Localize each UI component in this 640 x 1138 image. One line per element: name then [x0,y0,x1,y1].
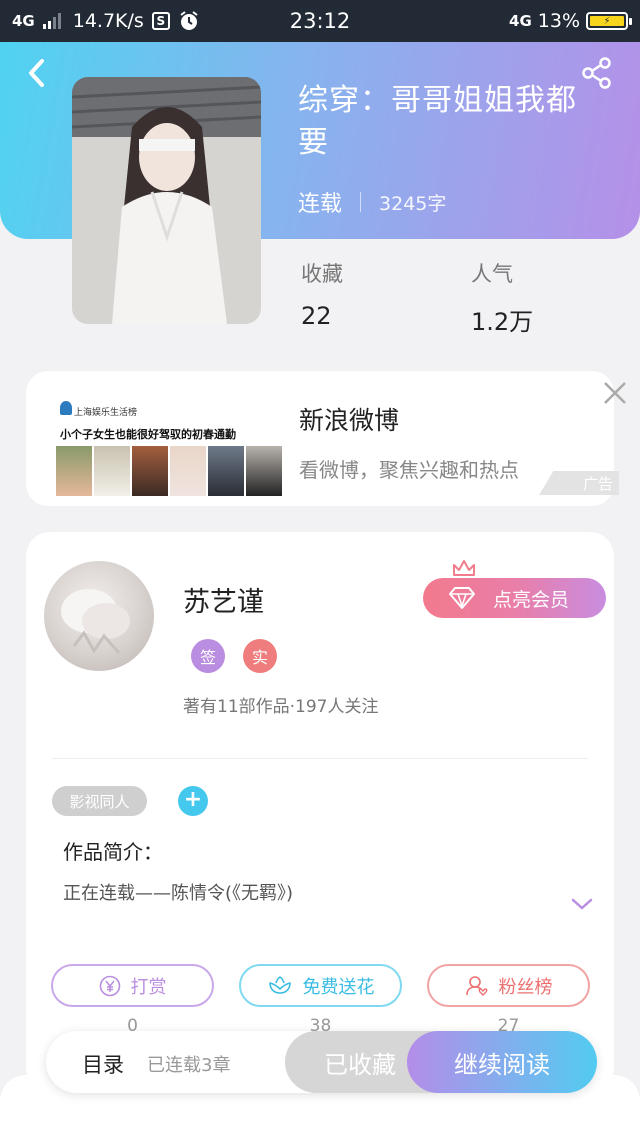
stat-value: 1.2万 [471,308,534,336]
s-app-icon: S [151,12,170,30]
ad-description: 看微博，聚焦兴趣和热点 [299,458,519,482]
ad-photo-strip [56,446,282,496]
vip-button[interactable]: 点亮会员 [423,578,606,618]
ad-title: 新浪微博 [299,406,400,435]
author-card: 苏艺谨 签 实 点亮会员 著有11部作品·197人关注 影视同人 + 作品简介：… [26,532,614,1092]
bottom-action-bar: 目录 已连载3章 已收藏 继续阅读 [46,1031,597,1093]
toc-button[interactable]: 目录 [82,1049,124,1079]
ad-brand-logo [60,401,72,415]
verified-badge: 实 [243,639,277,673]
continue-reading-button[interactable]: 继续阅读 [407,1031,597,1093]
back-icon[interactable] [22,55,52,91]
battery-icon: ⚡ [586,12,632,30]
fans-ranking-button[interactable]: 粉丝榜 [427,964,590,1007]
network-type: 4G [12,12,35,30]
vip-label: 点亮会员 [493,588,570,611]
stat-label: 收藏 [301,262,343,286]
close-icon[interactable] [600,378,630,408]
book-cover[interactable] [72,77,261,324]
author-stats: 著有11部作品·197人关注 [183,697,379,717]
intro-label: 作品简介： [63,840,163,864]
book-meta: 连载 3245字 [298,186,446,218]
yuan-icon [99,975,120,996]
author-name[interactable]: 苏艺谨 [183,580,264,619]
intro-text: 正在连载——陈情令(《无羁》) [63,883,294,904]
diamond-icon [449,587,475,609]
word-count: 3245字 [379,192,447,215]
send-flower-label: 免费送花 [302,976,375,998]
battery-percent: 13% [537,10,580,32]
chapter-count: 已连载3章 [147,1055,231,1076]
book-status: 连载 [298,192,343,217]
stat-value: 22 [301,302,332,330]
stat-label: 人气 [471,262,513,286]
chevron-down-icon[interactable] [570,895,594,913]
ad-thumb-brand: 上海娱乐生活榜 [74,408,138,418]
book-title: 综穿：哥哥姐姐我都要 [298,83,577,160]
network-type-right: 4G [509,12,532,30]
reward-label: 打赏 [130,976,167,998]
signal-icon [42,13,61,29]
alarm-icon [180,11,198,30]
ad-banner[interactable]: 上海娱乐生活榜 小个子女生也能很好驾驭的初春通勤 新浪微博 看微博，聚焦兴趣和热… [26,371,626,506]
crown-icon [453,560,475,576]
ad-thumbnail: 上海娱乐生活榜 小个子女生也能很好驾驭的初春通勤 [56,396,282,496]
fans-ranking-label: 粉丝榜 [498,976,553,998]
add-tag-button[interactable]: + [178,786,208,816]
fans-icon [465,975,487,996]
ad-thumb-headline: 小个子女生也能很好驾驭的初春通勤 [60,428,236,441]
stat-collections: 收藏 22 [301,258,343,330]
author-avatar[interactable] [44,561,154,671]
meta-divider [360,192,362,212]
flower-icon [268,975,291,994]
reward-button[interactable]: 打赏 [51,964,214,1007]
signed-badge: 签 [191,639,225,673]
status-bar: 4G 14.7K/s S 23:12 4G 13% ⚡ [0,0,640,42]
genre-tag[interactable]: 影视同人 [52,786,147,816]
send-flower-button[interactable]: 免费送花 [239,964,402,1007]
stat-popularity: 人气 1.2万 [471,258,533,337]
ad-badge: 广告 [539,471,619,495]
network-speed: 14.7K/s [72,10,144,32]
divider [52,758,588,759]
